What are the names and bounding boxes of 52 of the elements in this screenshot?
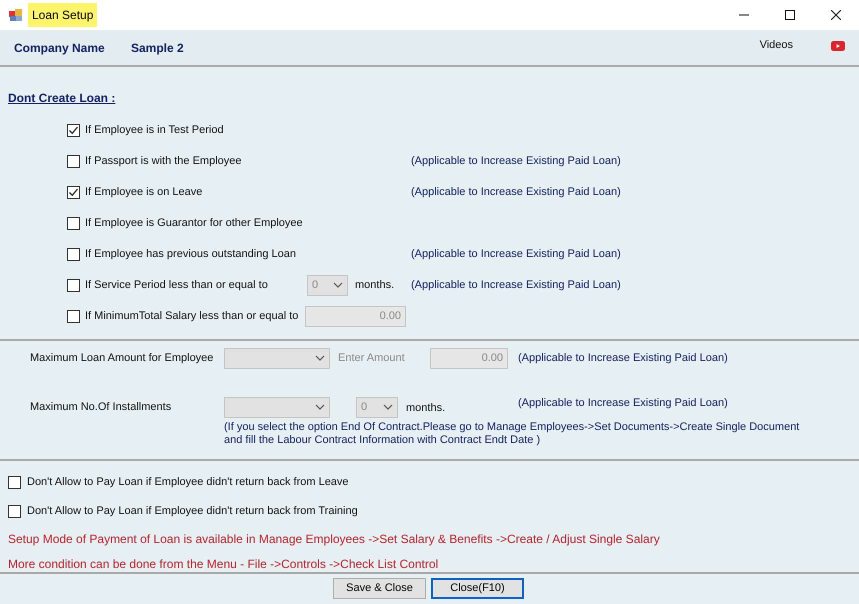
checkbox[interactable] [67,124,80,136]
maximize-icon[interactable] [785,10,795,20]
company-value: Sample 2 [131,40,184,56]
checkbox-label: Don't Allow to Pay Loan if Employee didn't return back from Training [27,504,358,520]
note-text: (Applicable to Increase Existing Paid Loan) [411,246,621,262]
unit-label: months. [355,278,394,293]
window-title: Loan Setup [28,3,98,27]
section-heading: Dont Create Loan : [8,90,116,107]
caret-icon[interactable] [315,355,325,361]
checkbox-label: If Employee is on Leave [85,184,204,200]
caret-icon[interactable] [333,282,343,288]
checkbox-label: Don't Allow to Pay Loan if Employee didn't return back from Leave [27,475,349,490]
note-text: (If you select the option End Of Contract.Please go to Manage Employees->Set Documents->Create Single Document [224,421,800,434]
checkbox[interactable] [67,310,80,322]
checkbox[interactable] [67,248,80,260]
checkbox-label: If Employee is in Test Period [85,122,225,138]
field-label: Maximum Loan Amount for Employee [30,350,214,366]
note-text: (Applicable to Increase Existing Paid Loan) [518,350,728,366]
note-text: (Applicable to Increase Existing Paid Loan) [411,278,621,293]
checkbox-label: If Service Period less than or equal to [85,278,269,293]
checkbox[interactable] [67,154,80,168]
close-button[interactable]: Close(F10) [431,578,524,599]
note-text: (Applicable to Increase Existing Paid Loan) [411,154,621,169]
months-dropdown[interactable]: 0 [356,396,398,418]
checkbox[interactable] [67,216,80,230]
video-play-icon[interactable] [831,40,845,50]
checkbox[interactable] [67,186,80,198]
input-field[interactable]: 0.00 [305,306,406,326]
field-label: Maximum No.Of Installments [30,400,172,415]
videos-link[interactable]: Videos [760,37,793,54]
close-icon[interactable] [831,10,841,20]
input-field[interactable]: 0.00 [430,348,508,368]
checkbox-label: If MinimumTotal Salary less than or equal to [85,308,300,324]
note-text: (Applicable to Increase Existing Paid Loan) [518,396,728,412]
field-label: Enter Amount [338,350,406,366]
unit-label: months. [406,400,446,416]
caret-icon[interactable] [383,404,393,410]
save-close-button[interactable]: Save & Close [333,578,426,599]
caret-icon[interactable] [315,404,325,410]
months-dropdown[interactable]: 0 [307,274,348,296]
note-text: and fill the Labour Contract Information with Contract Endt Date ) [224,434,542,447]
checkbox[interactable] [67,278,80,292]
checkbox-label: If Employee is Guarantor for other Employee [85,216,304,231]
info-text: More condition can be done from the Menu - File ->Controls ->Check List Control [8,556,438,572]
info-text: Setup Mode of Payment of Loan is available in Manage Employees ->Set Salary & Benefits ->Create / Adjust Single Salary [8,530,660,548]
company-label: Company Name [14,40,106,56]
checkbox[interactable] [8,476,21,489]
note-text: (Applicable to Increase Existing Paid Loan) [411,184,621,200]
app-icon [9,8,23,22]
checkbox-label: If Employee has previous outstanding Loan [85,246,297,262]
checkbox[interactable] [8,505,21,518]
checkbox-label: If Passport is with the Employee [85,154,243,169]
